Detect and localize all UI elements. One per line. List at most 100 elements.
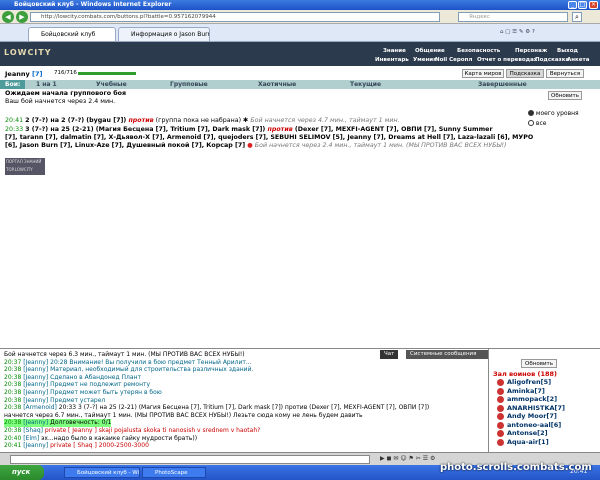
link-character[interactable]: Персонаж [515, 48, 547, 54]
tab-fight-club[interactable]: Бойцовский клуб [28, 27, 116, 41]
chat-text: эх...надо было в какаике гайку мудрости … [41, 434, 198, 442]
users-refresh-button[interactable]: Обновить [521, 359, 557, 368]
hp-bar-fill [78, 72, 136, 75]
close-button[interactable]: × [589, 1, 598, 9]
tab-1vs1[interactable]: 1 на 1 [36, 80, 57, 89]
link-hint[interactable]: Подсказка [535, 57, 569, 63]
status-subtitle: Ваш бой начнется через 2.4 мин. [5, 98, 116, 105]
chat-line: 20:41 [Jeanny] private [ Shaq ] 2000-250… [4, 442, 149, 450]
tab-current[interactable]: Текущие [350, 80, 381, 89]
link-obshenie[interactable]: Общение [415, 48, 445, 54]
users-title: Зал воинов (188) [493, 370, 558, 378]
tab-training[interactable]: Учебные [96, 80, 127, 89]
task-photoscape[interactable]: PhotoScape [142, 467, 206, 478]
clan-icon [497, 438, 504, 446]
user-list-item[interactable]: Aligofren[5] [507, 378, 551, 386]
link-znanie[interactable]: Знание [383, 48, 406, 54]
radio-all[interactable]: все [528, 120, 598, 128]
chat-author[interactable]: [Jeanny] [23, 381, 48, 388]
user-list-item[interactable]: Aqua-air[1] [507, 438, 549, 446]
tab-chaotic[interactable]: Хаотичные [258, 80, 296, 89]
start-button[interactable]: пуск [0, 465, 44, 480]
user-list-item[interactable]: Antonse[2] [507, 429, 548, 437]
chat-author[interactable]: [Shaq] [23, 427, 43, 434]
chat-text: Предмет устарел [50, 396, 106, 404]
chat-text: Предмет не подлежит ремонту [50, 381, 151, 389]
battle-row-1[interactable]: 20:41 2 (7-?) на 2 (7-?) (bygau [7]) про… [5, 117, 400, 125]
refresh-button[interactable]: Обновить [548, 91, 582, 100]
clan-icon [497, 379, 504, 386]
chat-author[interactable]: [Jeanny] [23, 374, 48, 381]
top-links: Знание Общение Безопасность Персонаж Вых… [375, 44, 600, 66]
counter-badge[interactable]: ПОРТАЛ ЗНАНИЙ TOP.LOWCITY [5, 158, 45, 175]
user-list-item[interactable]: Andy Moor[7] [507, 412, 557, 420]
chat-author[interactable]: [Jeanny] [23, 442, 48, 449]
search-icon[interactable]: ⌕ [572, 12, 582, 22]
chat-timestamp: 20:38 [4, 396, 22, 404]
tab-system-messages[interactable]: Системные сообщения [406, 350, 488, 359]
minimize-button[interactable]: _ [568, 1, 577, 9]
forward-arrow-icon[interactable]: ▶ [16, 11, 28, 23]
user-list-item[interactable]: ANARHISTKA[7] [507, 404, 565, 412]
chat-timestamp: 20:38 [4, 404, 22, 412]
link-transfers[interactable]: Отчет о переводах [477, 57, 537, 63]
status-title: Ожидаем начала группового боя [5, 90, 127, 97]
link-noil[interactable]: Noil Серопл [435, 57, 472, 63]
link-inventory[interactable]: Инвентарь [375, 57, 409, 63]
window-titlebar: Бойцовский клуб - Windows Internet Explo… [0, 0, 600, 10]
chat-input[interactable] [10, 455, 370, 464]
window-title: Бойцовский клуб - Windows Internet Explo… [14, 1, 172, 8]
tab-group[interactable]: Групповые [170, 80, 208, 89]
tab-jason-info[interactable]: Информация о Jason Burn [118, 27, 210, 41]
player-hp: 716/716 [54, 70, 77, 76]
user-list-item[interactable]: antoneo-aal[6] [507, 421, 561, 429]
link-exit[interactable]: Выход [557, 48, 578, 54]
user-list-item[interactable]: ammopack[2] [507, 395, 557, 403]
blood-drop-icon: ● [247, 142, 253, 149]
clan-icon [497, 430, 504, 437]
link-anketa[interactable]: Анкета [567, 57, 589, 63]
user-list-item[interactable]: Aminka[7] [507, 387, 545, 395]
maximize-button[interactable]: □ [578, 1, 587, 9]
chat-author[interactable]: [Elm] [23, 435, 39, 442]
hint-button[interactable]: Подсказка [506, 69, 544, 78]
chat-text: Сделано в Абандонед Плант [50, 373, 141, 381]
battle-row-2-end: [6], Jason Burn [7], Linux-Aze [7], Душе… [5, 142, 507, 149]
player-name[interactable]: Jeanny [7] [5, 70, 42, 78]
chat-text: private [ Shaq ] 2000-2500-3000 [50, 442, 149, 450]
radio-empty-icon[interactable] [528, 120, 534, 126]
search-input[interactable]: Яндекс [458, 12, 568, 22]
chat-timestamp: 20:38 [4, 419, 22, 427]
chat-timestamp: 20:37 [4, 358, 22, 366]
toolbar-icons[interactable]: ⌂ ▢ ☰ ✎ ⚙ ? [500, 29, 595, 39]
task-ie[interactable]: Бойцовский клуб - Wi... [64, 467, 140, 478]
chat-text: private [ Jeanny ] skaji pojalusta skoka… [44, 427, 261, 434]
chat-author[interactable]: [Jeanny] [23, 419, 48, 426]
back-arrow-icon[interactable]: ◀ [2, 11, 14, 23]
radio-my-level[interactable]: моего уровня [528, 110, 598, 118]
link-skills[interactable]: Умения [413, 57, 437, 63]
chat-timestamp: 20:41 [4, 442, 22, 450]
chat-author[interactable]: [Jeanny] [23, 397, 48, 404]
chat-timestamp: 20:38 [4, 381, 22, 389]
chat-author[interactable]: [Armenoid] [23, 404, 57, 411]
back-button[interactable]: Вернуться [546, 69, 584, 78]
clan-icon [497, 404, 504, 412]
tab-bar: Бойцовский клуб Информация о Jason Burn … [0, 24, 600, 42]
chat-text: 20:28 Внимание! Вы получили в бою предме… [50, 358, 252, 366]
radio-selected-icon[interactable] [528, 110, 534, 116]
clan-icon [497, 387, 504, 395]
chat-timestamp: 20:38 [4, 373, 22, 381]
users-panel: Обновить Зал воинов (188) Aligofren[5] Am… [488, 348, 600, 452]
battle-row-2[interactable]: 20:33 3 (7-?) на 25 (2-21) (Магия Бесцен… [5, 126, 493, 134]
tab-finished[interactable]: Завершенные [478, 80, 527, 89]
tab-chat[interactable]: Чат [380, 350, 399, 359]
link-security[interactable]: Безопасность [457, 48, 500, 54]
chat-author[interactable]: [Jeanny] [23, 389, 48, 396]
map-button[interactable]: Карта миров [462, 69, 504, 78]
chat-tabs: Чат Системные сообщения [380, 350, 488, 359]
url-input[interactable]: http://lowcity.combats.com/buttons.pl?ba… [30, 12, 440, 22]
chat-author[interactable]: [Jeanny] [23, 366, 48, 373]
chat-author[interactable]: [Jeanny] [23, 359, 48, 366]
chat-timestamp: 20:38 [4, 366, 22, 374]
